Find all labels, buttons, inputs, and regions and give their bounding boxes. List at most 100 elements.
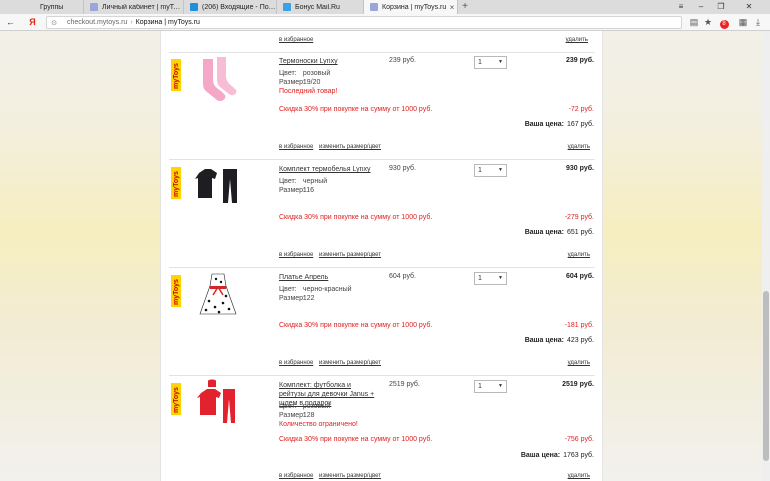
item-color: Цвет: черный	[279, 178, 327, 186]
quantity-select[interactable]: 1 ▼	[474, 272, 507, 285]
tab-label: Бонус Mail.Ru	[295, 3, 340, 11]
close-window-icon[interactable]: ✕	[740, 0, 758, 14]
favorite-link[interactable]: в избранное	[279, 252, 313, 258]
url-domain: checkout.mytoys.ru	[67, 19, 128, 26]
color-value: черный	[302, 178, 328, 185]
menu-icon[interactable]: ≡	[672, 0, 690, 14]
delete-link[interactable]: удалить	[568, 144, 590, 150]
bonus-favicon-icon	[283, 3, 291, 11]
favorite-link[interactable]: в избранное	[279, 473, 313, 479]
close-tab-icon[interactable]: ×	[447, 3, 457, 12]
color-label: Цвет:	[279, 403, 297, 410]
size-value: 128	[302, 412, 315, 419]
quantity-select[interactable]: 1 ▼	[474, 56, 507, 69]
cart-item-socks: myToys Термоноски Lynxy Цвет: розовый Ра…	[161, 53, 604, 161]
change-size-link[interactable]: изменить размер/цвет	[319, 473, 381, 479]
page-scrollbar[interactable]	[762, 31, 770, 481]
color-label: Цвет:	[279, 178, 297, 185]
your-price-label: Ваша цена:	[524, 337, 565, 344]
scrollbar-thumb[interactable]	[763, 291, 769, 461]
size-label: Размер:	[279, 187, 306, 194]
favorite-link[interactable]: в избранное	[279, 360, 313, 366]
new-tab-button[interactable]: +	[460, 0, 470, 14]
favorite-link[interactable]: в избранное	[279, 144, 313, 150]
back-icon[interactable]: ←	[4, 16, 17, 29]
tab-label: Личный кабинет | myToys.ru	[102, 3, 183, 11]
tab-cart[interactable]: Корзина | myToys.ru ×	[364, 0, 458, 14]
your-price: Ваша цена: 423 руб.	[525, 337, 594, 344]
address-bar: ← Я ⊙ checkout.mytoys.ru › Корзина | myT…	[0, 14, 770, 31]
lock-icon: ⊙	[51, 19, 57, 27]
mail-favicon-icon	[190, 3, 198, 11]
yandex-logo-icon[interactable]: Я	[26, 16, 39, 29]
item-name[interactable]: Термоноски Lynxy	[279, 57, 338, 66]
color-label: Цвет:	[279, 70, 297, 77]
tab-label: Корзина | myToys.ru	[382, 3, 447, 11]
unit-price: 239 руб.	[389, 57, 416, 64]
url-separator: ›	[130, 19, 133, 26]
delete-link[interactable]: удалить	[568, 252, 590, 258]
reader-mode-icon[interactable]: ▤	[688, 16, 700, 29]
item-total: 930 руб.	[566, 165, 594, 172]
your-price: Ваша цена: 167 руб.	[525, 121, 594, 128]
your-price-value: 167 руб.	[567, 121, 594, 128]
change-size-link[interactable]: изменить размер/цвет	[319, 144, 381, 150]
change-size-link[interactable]: изменить размер/цвет	[319, 252, 381, 258]
svg-text:myToys: myToys	[173, 63, 180, 89]
item-color: Цвет: черно-красный	[279, 286, 352, 294]
size-label: Размер:	[279, 79, 306, 86]
cart-item-thermal-set: myToys Комплект термобелья Lynxy Цвет: ч…	[161, 161, 604, 269]
unit-price: 604 руб.	[389, 273, 416, 280]
discount-note: Скидка 30% при покупке на сумму от 1000 …	[279, 436, 433, 443]
item-size: Размер: 122	[279, 295, 315, 303]
mytoys-logo-icon: myToys	[171, 383, 181, 415]
mytoys-favicon-icon	[370, 3, 378, 11]
discount-amount: -279 руб.	[564, 214, 594, 221]
tab-mail-inbox[interactable]: (206) Входящие - Почта Mail.Ru	[184, 0, 277, 14]
quantity-select[interactable]: 1 ▼	[474, 164, 507, 177]
delete-link[interactable]: удалить	[568, 360, 590, 366]
cart-item-girl-set: myToys Комплект: футболка и рейтузы для …	[161, 377, 604, 481]
size-value: 19/20	[302, 79, 321, 86]
url-field[interactable]: ⊙ checkout.mytoys.ru › Корзина | myToys.…	[46, 16, 682, 29]
svg-text:myToys: myToys	[173, 387, 180, 413]
your-price-value: 651 руб.	[567, 229, 594, 236]
color-label: Цвет:	[279, 286, 297, 293]
quantity-select[interactable]: 1 ▼	[474, 380, 507, 393]
delete-link[interactable]: удалить	[566, 37, 588, 43]
discount-note: Скидка 30% при покупке на сумму от 1000 …	[279, 322, 433, 329]
tab-mail-bonus[interactable]: Бонус Mail.Ru	[277, 0, 364, 14]
chevron-down-icon: ▼	[498, 59, 503, 65]
mytoys-logo-icon: myToys	[171, 167, 181, 199]
your-price-label: Ваша цена:	[524, 229, 565, 236]
item-alert: Последний товар!	[279, 88, 338, 95]
your-price-label: Ваша цена:	[524, 121, 565, 128]
mytoys-favicon-icon	[90, 3, 98, 11]
your-price: Ваша цена: 1763 руб.	[521, 452, 594, 459]
tab-label: Группы	[40, 3, 64, 11]
row-divider	[169, 267, 595, 268]
favorite-link[interactable]: в избранное	[279, 37, 313, 43]
item-total: 604 руб.	[566, 273, 594, 280]
chevron-down-icon: ▼	[498, 383, 503, 389]
discount-amount: -72 руб.	[568, 106, 594, 113]
item-name[interactable]: Платье Апрель	[279, 273, 328, 282]
minimize-icon[interactable]: –	[692, 0, 710, 14]
item-alert: Количество ограничено!	[279, 421, 358, 428]
item-size: Размер: 19/20	[279, 79, 320, 87]
quantity-value: 1	[478, 59, 482, 66]
maximize-icon[interactable]: ❐	[712, 0, 730, 14]
delete-link[interactable]: удалить	[568, 473, 590, 479]
your-price-value: 423 руб.	[567, 337, 594, 344]
bookmark-star-icon[interactable]: ★	[702, 16, 714, 29]
extension-icon[interactable]: ▦	[737, 16, 749, 29]
download-icon[interactable]: ⤓	[752, 16, 764, 29]
tab-groups[interactable]: Группы	[0, 0, 84, 14]
chevron-down-icon: ▼	[498, 167, 503, 173]
quantity-value: 1	[478, 167, 482, 174]
tab-mytoys-account[interactable]: Личный кабинет | myToys.ru	[84, 0, 184, 14]
item-name[interactable]: Комплект термобелья Lynxy	[279, 165, 371, 174]
change-size-link[interactable]: изменить размер/цвет	[319, 360, 381, 366]
notifications-badge-icon[interactable]: 8	[718, 16, 730, 29]
girl-set-image	[197, 379, 235, 423]
